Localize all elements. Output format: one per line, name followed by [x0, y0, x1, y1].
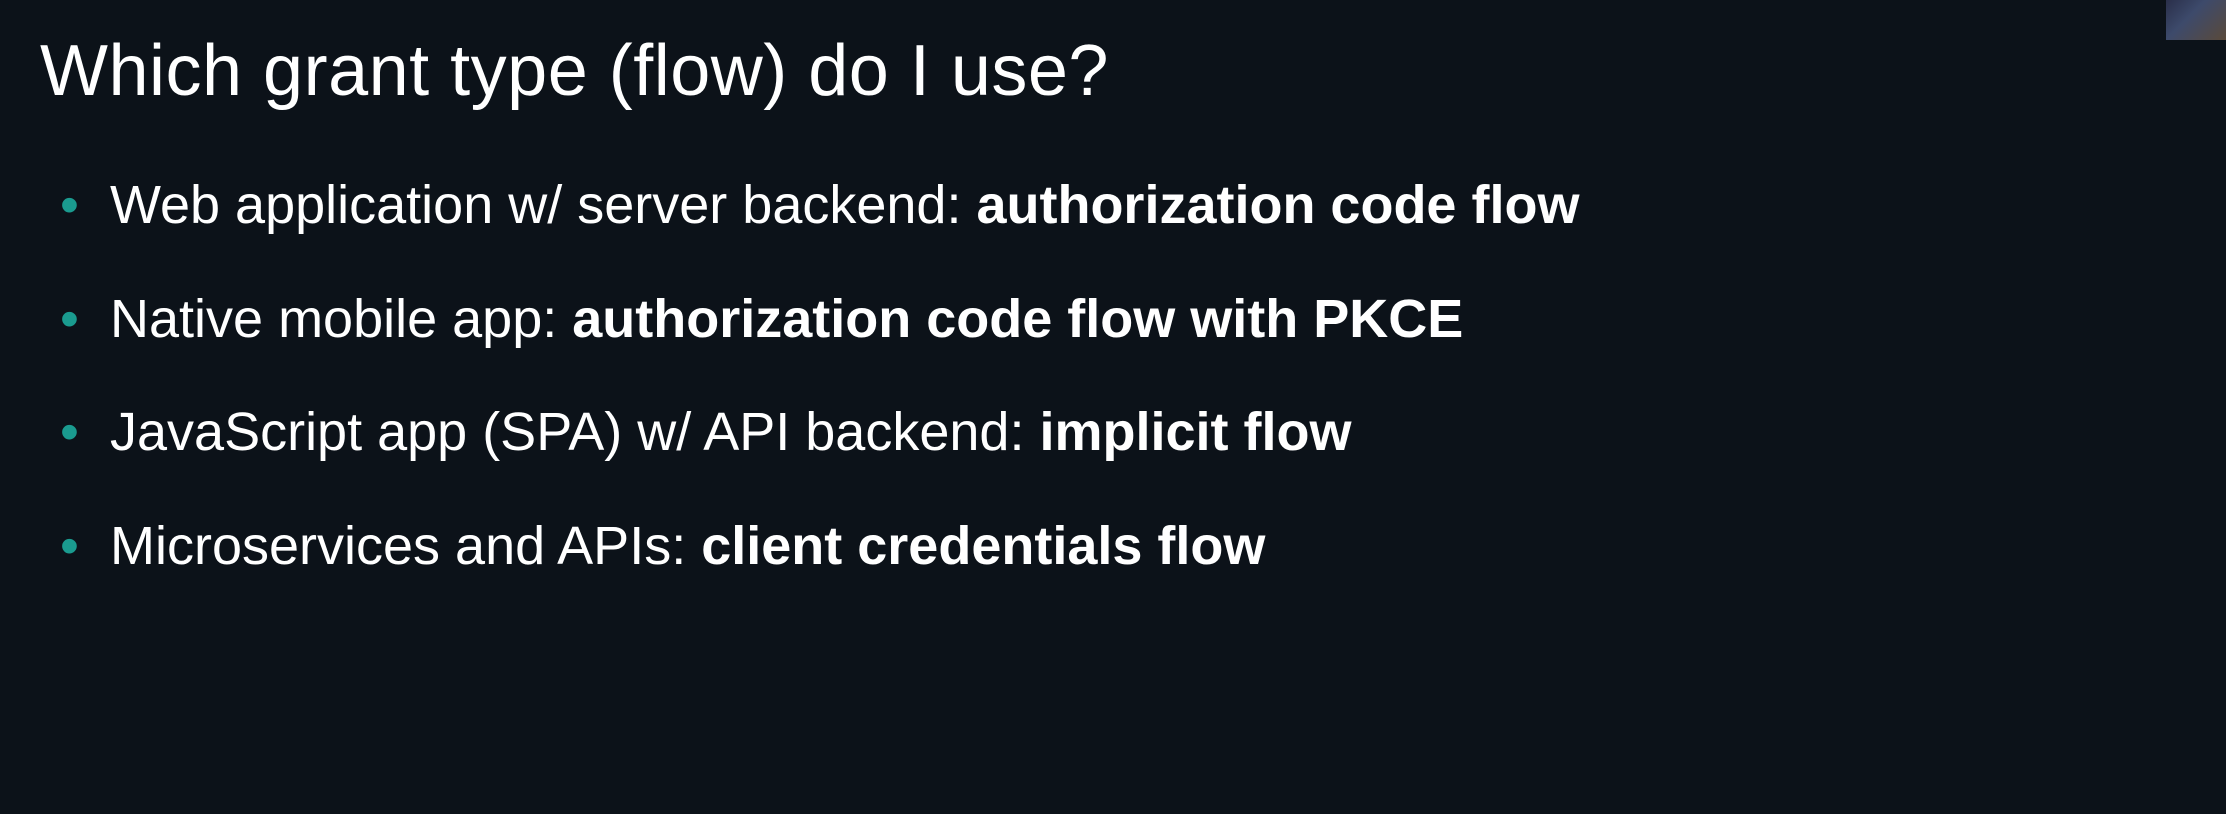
item-bold: authorization code flow with PKCE: [572, 289, 1463, 349]
list-item: JavaScript app (SPA) w/ API backend: imp…: [60, 399, 2186, 467]
item-bold: authorization code flow: [976, 175, 1579, 235]
bullet-list: Web application w/ server backend: autho…: [40, 172, 2186, 580]
slide-title: Which grant type (flow) do I use?: [40, 30, 2186, 112]
list-item: Web application w/ server backend: autho…: [60, 172, 2186, 240]
item-prefix: Web application w/ server backend:: [110, 175, 976, 235]
webcam-thumbnail: [2166, 0, 2226, 40]
item-prefix: Native mobile app:: [110, 289, 572, 349]
list-item: Microservices and APIs: client credentia…: [60, 513, 2186, 581]
list-item: Native mobile app: authorization code fl…: [60, 286, 2186, 354]
item-prefix: JavaScript app (SPA) w/ API backend:: [110, 402, 1039, 462]
item-bold: implicit flow: [1039, 402, 1351, 462]
item-prefix: Microservices and APIs:: [110, 516, 701, 576]
item-bold: client credentials flow: [701, 516, 1265, 576]
